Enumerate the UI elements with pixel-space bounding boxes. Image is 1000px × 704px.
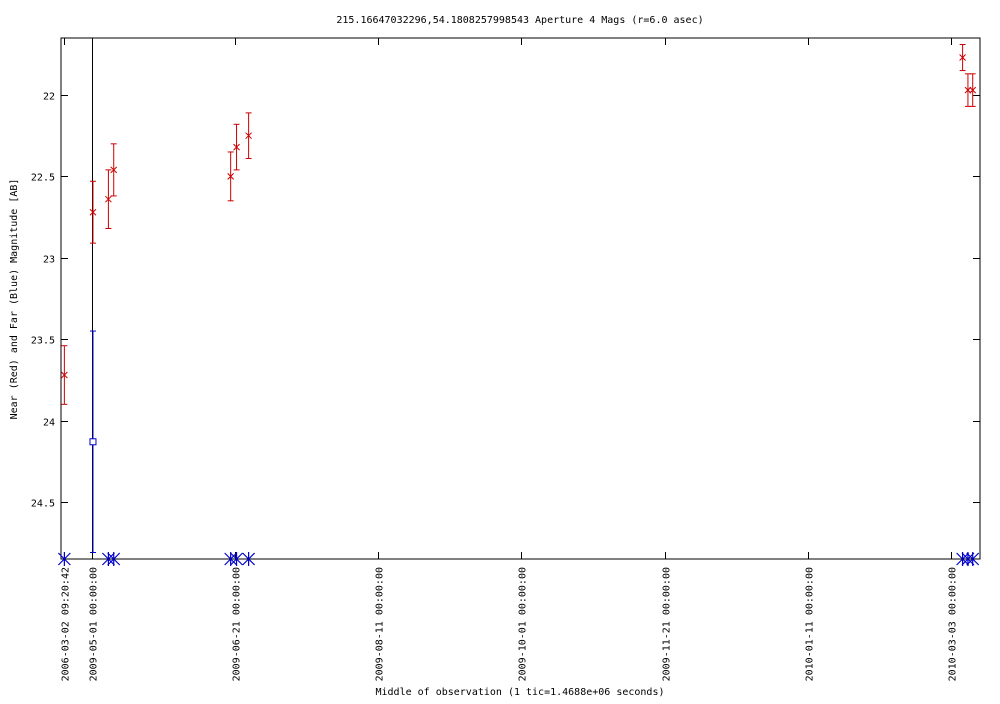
x-tick-label: 2010-01-11 00:00:00 [805, 567, 816, 681]
x-tick-label: 2009-10-01 00:00:00 [518, 567, 529, 681]
x-tick-label: 2009-11-21 00:00:00 [662, 567, 673, 681]
near-point [105, 169, 112, 229]
chart-svg: 215.16647032296,54.1808257998543 Apertur… [9, 15, 981, 698]
y-axis: 22 22.5 23 23.5 24 24.5 [31, 92, 980, 510]
near-point [227, 151, 235, 202]
near-point [61, 345, 68, 405]
x-tick-label: 2009-06-21 00:00:00 [232, 567, 243, 681]
x-axis-label: Middle of observation (1 tic=1.4688e+06 … [376, 687, 665, 698]
plot-frame [60, 37, 981, 560]
x-axis: 2006-03-02 09:20:42 2009-05-01 00:00:00 20… [61, 38, 959, 681]
plot-marks [57, 44, 980, 566]
y-axis-label: Near (Red) and Far (Blue) Magnitude [AB] [9, 179, 20, 420]
x-tick-label: 2006-03-02 09:20:42 [61, 567, 72, 681]
x-tick-label: 2010-03-03 00:00:00 [948, 567, 959, 681]
y-tick-label: 23.5 [31, 336, 55, 347]
y-tick-label: 24.5 [31, 499, 55, 510]
near-point [969, 73, 977, 107]
near-point [245, 112, 252, 159]
chart-title: 215.16647032296,54.1808257998543 Apertur… [336, 15, 703, 26]
far-point [89, 330, 97, 553]
chart: 215.16647032296,54.1808257998543 Apertur… [0, 0, 1000, 700]
y-tick-label: 22.5 [31, 173, 55, 184]
near-point [964, 73, 972, 107]
x-tick-label: 2009-08-11 00:00:00 [375, 567, 386, 681]
y-tick-label: 24 [43, 418, 55, 429]
square-marker [89, 438, 97, 446]
y-tick-label: 23 [43, 255, 55, 266]
near-point [89, 180, 97, 244]
near-point [233, 123, 240, 171]
near-point [959, 44, 966, 72]
near-point [110, 143, 118, 197]
y-tick-label: 22 [43, 92, 55, 103]
x-tick-label: 2009-05-01 00:00:00 [89, 567, 100, 681]
